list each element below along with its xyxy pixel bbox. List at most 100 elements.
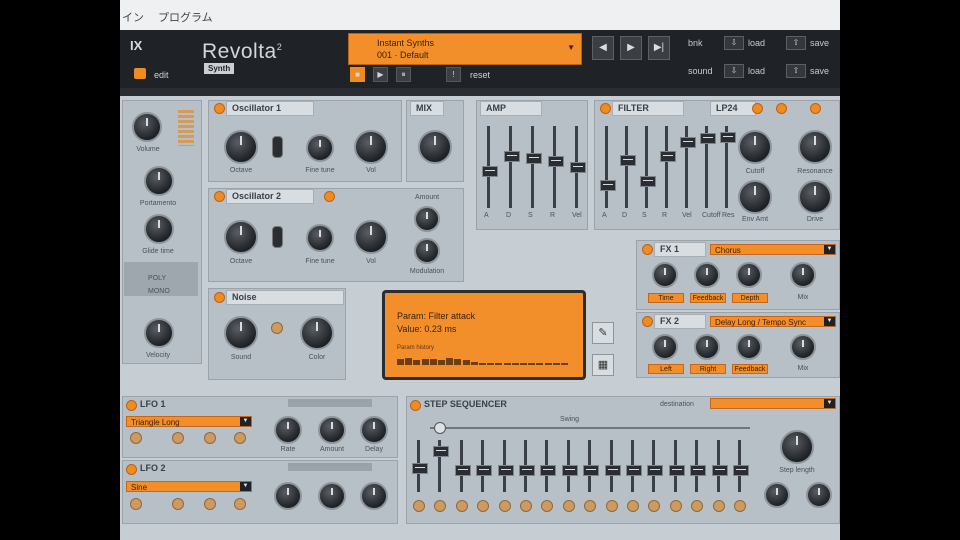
seq-step-fader-1[interactable] <box>412 463 428 475</box>
edit-button[interactable] <box>134 68 146 79</box>
amp-fader-1[interactable] <box>482 165 498 177</box>
seq-step-button-11[interactable] <box>627 500 639 512</box>
lfo2-opt-4-icon[interactable] <box>234 498 246 510</box>
lfo2-power-icon[interactable] <box>126 464 137 475</box>
filter-fader-6[interactable] <box>700 133 716 145</box>
filter-fader-4[interactable] <box>660 151 676 163</box>
filter-resonance-knob[interactable] <box>798 130 832 164</box>
filter-fader-track-3[interactable] <box>645 126 648 208</box>
seq-step-fader-12[interactable] <box>647 465 664 477</box>
seq-step-button-1[interactable] <box>413 500 425 512</box>
lfo2-opt-3-icon[interactable] <box>204 498 216 510</box>
amp-fader-4[interactable] <box>548 156 564 168</box>
filter-cutoff-knob[interactable] <box>738 130 772 164</box>
lfo1-sync-bar[interactable] <box>288 399 372 407</box>
portamento-knob[interactable] <box>144 166 174 196</box>
amp-fader-track-3[interactable] <box>531 126 534 208</box>
seq-step-fader-5[interactable] <box>497 465 514 477</box>
seq-power-icon[interactable] <box>410 400 421 411</box>
noise-mode-icon[interactable] <box>271 322 283 334</box>
wrench-icon[interactable]: ✎ <box>592 322 614 344</box>
osc2-octave-knob[interactable] <box>224 220 258 254</box>
lfo1-delay-knob[interactable] <box>360 416 388 444</box>
preset-selector[interactable]: Instant Synths 001 · Default ▼ <box>348 33 582 65</box>
pause-button[interactable]: ⏸ <box>396 67 411 82</box>
filter-fader-track-2[interactable] <box>625 126 628 208</box>
reset-button[interactable]: ! <box>446 67 461 82</box>
fx2-preset-dropdown[interactable]: Delay Long / Tempo Sync ▼ <box>710 316 836 327</box>
filter-fader-3[interactable] <box>640 176 656 188</box>
osc2-amount-knob[interactable] <box>414 206 440 232</box>
amp-fader-5[interactable] <box>570 162 586 173</box>
stop-button[interactable]: ■ <box>350 67 365 82</box>
seq-step-fader-14[interactable] <box>690 465 707 477</box>
seq-step-fader-10[interactable] <box>604 465 621 477</box>
lfo1-opt-1-icon[interactable] <box>130 432 142 444</box>
seq-swing-track[interactable] <box>430 427 750 429</box>
filter-fader-track-1[interactable] <box>605 126 608 208</box>
velocity-knob[interactable] <box>144 318 174 348</box>
play-button[interactable]: ▶ <box>373 67 388 82</box>
noise-sound-knob[interactable] <box>224 316 258 350</box>
filter-power-icon[interactable] <box>600 103 611 114</box>
fx1-mix-knob[interactable] <box>790 262 816 288</box>
lfo2-wave-dropdown[interactable]: Sine ▼ <box>126 481 252 492</box>
fx1-time-knob[interactable] <box>652 262 678 288</box>
lfo1-amount-knob[interactable] <box>318 416 346 444</box>
fx2-feedback-knob[interactable] <box>736 334 762 360</box>
seq-step-button-3[interactable] <box>455 500 468 512</box>
lfo1-rate-knob[interactable] <box>274 416 302 444</box>
osc2-sync-icon[interactable] <box>324 191 335 202</box>
volume-knob[interactable] <box>132 112 162 142</box>
osc2-finetune-knob[interactable] <box>306 224 334 252</box>
lfo2-sync-bar[interactable] <box>288 463 372 471</box>
lfo2-opt-2-icon[interactable] <box>172 498 184 510</box>
fx2-power-icon[interactable] <box>642 316 653 327</box>
filter-type-icon-2[interactable] <box>810 103 821 114</box>
seq-step-length-knob[interactable] <box>780 430 814 464</box>
filter-type-icon-1[interactable] <box>776 103 787 114</box>
filter-fader-track-4[interactable] <box>665 126 668 208</box>
bank-save-icon[interactable]: ⇧ <box>786 36 806 50</box>
amp-fader-3[interactable] <box>526 153 542 165</box>
filter-envamt-knob[interactable] <box>738 180 772 214</box>
seq-swing-handle[interactable] <box>434 422 446 434</box>
lfo1-opt-4-icon[interactable] <box>234 432 246 444</box>
mix-knob[interactable] <box>418 130 452 164</box>
lfo1-power-icon[interactable] <box>126 400 137 411</box>
seq-step-fader-4[interactable] <box>476 465 493 477</box>
grid-icon[interactable]: ▦ <box>592 354 614 376</box>
osc1-vol-knob[interactable] <box>354 130 388 164</box>
seq-knob-a[interactable] <box>764 482 790 508</box>
osc2-power-icon[interactable] <box>214 191 225 202</box>
fx1-preset-dropdown[interactable]: Chorus ▼ <box>710 244 836 255</box>
seq-step-fader-7[interactable] <box>540 465 557 477</box>
seq-step-fader-9[interactable] <box>583 465 600 477</box>
seq-step-fader-2[interactable] <box>433 446 450 458</box>
seq-step-fader-8[interactable] <box>561 465 578 477</box>
noise-color-knob[interactable] <box>300 316 334 350</box>
seq-step-button-13[interactable] <box>669 500 682 512</box>
lfo1-opt-3-icon[interactable] <box>204 432 216 444</box>
seq-step-fader-16[interactable] <box>733 465 749 477</box>
lfo2-amount-knob[interactable] <box>318 482 346 510</box>
seq-step-fader-15[interactable] <box>711 465 728 477</box>
fx1-feedback-knob[interactable] <box>694 262 720 288</box>
filter-fader-5[interactable] <box>680 136 696 148</box>
osc2-modulation-knob[interactable] <box>414 238 440 264</box>
fx2-right-knob[interactable] <box>694 334 720 360</box>
fx2-mix-knob[interactable] <box>790 334 816 360</box>
seq-step-button-10[interactable] <box>605 500 618 512</box>
fx1-power-icon[interactable] <box>642 244 653 255</box>
fx2-left-knob[interactable] <box>652 334 678 360</box>
sound-save-icon[interactable]: ⇧ <box>786 64 806 78</box>
last-preset-button[interactable]: ▶| <box>648 36 670 60</box>
seq-step-button-6[interactable] <box>520 500 532 512</box>
osc2-wave-switch[interactable] <box>272 226 283 248</box>
osc1-octave-knob[interactable] <box>224 130 258 164</box>
bank-load-icon[interactable]: ⇩ <box>724 36 744 50</box>
menu-item-2[interactable]: プログラム <box>158 9 213 25</box>
filter-fader-2[interactable] <box>620 154 636 166</box>
lfo2-rate-knob[interactable] <box>274 482 302 510</box>
next-preset-button[interactable]: ▶ <box>620 36 642 60</box>
